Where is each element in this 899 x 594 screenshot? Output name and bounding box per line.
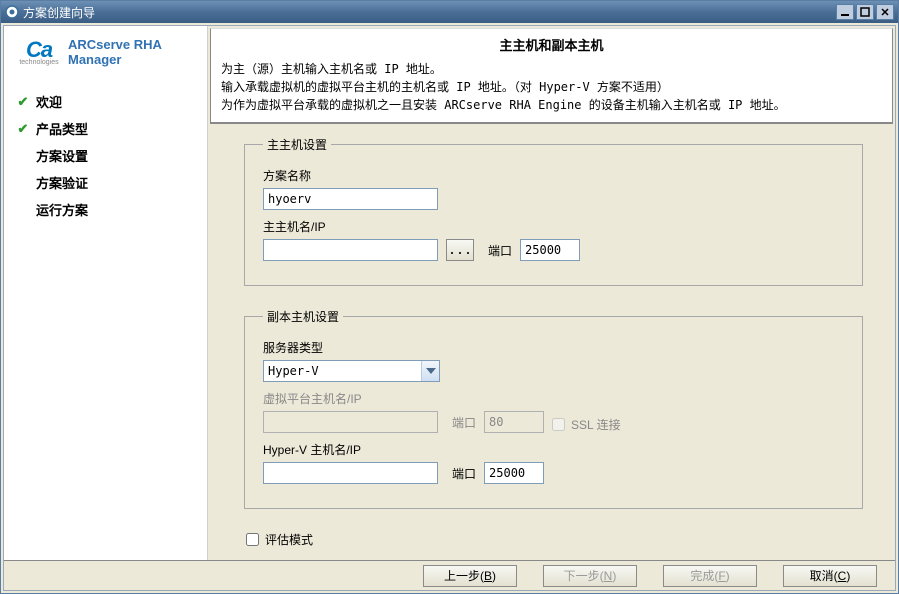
header-panel: 主主机和副本主机 为主（源）主机输入主机名或 IP 地址。 输入承载虚拟机的虚拟… [210,28,893,124]
master-port-input[interactable] [520,239,580,261]
form-area: 主主机设置 方案名称 主主机名/IP ... 端口 [210,124,893,558]
nav-item-product-type[interactable]: ✔ 产品类型 [16,119,199,138]
master-host-label: 主主机名/IP [263,218,844,235]
checks-block: 评估模式 验证主机上的 CA ARCserve RHA Engine [244,531,863,558]
nav-label: 欢迎 [36,92,62,111]
check-icon: ✔ [16,122,30,136]
maximize-button[interactable] [856,4,874,20]
body-wrap: Ca technologies ARCserve RHA Manager ✔ 欢… [1,23,898,593]
hyperv-row: Hyper-V 主机名/IP 端口 [263,441,844,484]
vplat-label: 虚拟平台主机名/IP [263,390,844,407]
logo-text-top: Ca [26,40,52,60]
server-type-select[interactable]: Hyper-V [263,360,440,382]
brand-line1: ARCserve RHA [68,38,162,53]
server-type-label: 服务器类型 [263,339,844,356]
vplat-port-input [484,411,544,433]
replica-host-group: 副本主机设置 服务器类型 Hyper-V 虚拟平台主机名/IP [244,308,863,509]
body-inner: Ca technologies ARCserve RHA Manager ✔ 欢… [3,25,896,591]
eval-mode-checkbox[interactable] [246,533,259,546]
content-row: Ca technologies ARCserve RHA Manager ✔ 欢… [4,26,895,560]
hyperv-port-input[interactable] [484,462,544,484]
nav-label: 产品类型 [36,119,88,138]
vplat-input [263,411,438,433]
scheme-name-row: 方案名称 [263,167,844,210]
master-group-legend: 主主机设置 [263,136,331,153]
nav-item-scheme-verify[interactable]: ✔ 方案验证 [16,173,199,192]
main-panel: 主主机和副本主机 为主（源）主机输入主机名或 IP 地址。 输入承载虚拟机的虚拟… [208,26,895,560]
nav-label: 运行方案 [36,200,88,219]
ssl-checkbox [552,418,565,431]
server-type-row: 服务器类型 Hyper-V [263,339,844,382]
window-title: 方案创建向导 [23,4,836,21]
sidebar: Ca technologies ARCserve RHA Manager ✔ 欢… [4,26,208,560]
header-line2: 输入承载虚拟机的虚拟平台主机的主机名或 IP 地址。（对 Hyper-V 方案不… [221,78,882,96]
eval-mode-label: 评估模式 [265,531,313,548]
hyperv-label: Hyper-V 主机名/IP [263,441,844,458]
hyperv-host-input[interactable] [263,462,438,484]
server-type-value: Hyper-V [268,364,319,378]
wizard-window: 方案创建向导 Ca technologies ARCserve RHA [0,0,899,594]
titlebar[interactable]: 方案创建向导 [1,1,898,23]
header-line1: 为主（源）主机输入主机名或 IP 地址。 [221,60,882,78]
master-port-label: 端口 [488,242,512,259]
master-host-input[interactable] [263,239,438,261]
nav-item-scheme-settings[interactable]: ✔ 方案设置 [16,146,199,165]
next-button: 下一步(N) [543,565,637,587]
scheme-name-label: 方案名称 [263,167,844,184]
ssl-checkbox-row: SSL 连接 [552,416,621,433]
replica-group-legend: 副本主机设置 [263,308,343,325]
check-icon: ✔ [16,95,30,109]
finish-button: 完成(F) [663,565,757,587]
nav-item-welcome[interactable]: ✔ 欢迎 [16,92,199,111]
vplat-port-label: 端口 [452,414,476,431]
logo-text-bottom: technologies [19,59,58,66]
ca-logo: Ca technologies [18,36,60,70]
browse-master-button[interactable]: ... [446,239,474,261]
cancel-button[interactable]: 取消(C) [783,565,877,587]
header-line3: 为作为虚拟平台承载的虚拟机之一且安装 ARCserve RHA Engine 的… [221,96,882,114]
hyperv-port-label: 端口 [452,465,476,482]
eval-mode-row[interactable]: 评估模式 [246,531,863,548]
close-button[interactable] [876,4,894,20]
page-title: 主主机和副本主机 [221,35,882,54]
brand-text: ARCserve RHA Manager [68,38,162,68]
vplat-row: 虚拟平台主机名/IP 端口 SSL 连接 [263,390,844,433]
master-host-group: 主主机设置 方案名称 主主机名/IP ... 端口 [244,136,863,286]
nav-label: 方案验证 [36,173,88,192]
minimize-button[interactable] [836,4,854,20]
app-icon [5,5,19,19]
master-host-row: 主主机名/IP ... 端口 [263,218,844,261]
window-buttons [836,4,894,20]
nav-item-run-scheme[interactable]: ✔ 运行方案 [16,200,199,219]
nav-label: 方案设置 [36,146,88,165]
footer: 上一步(B) 下一步(N) 完成(F) 取消(C) [4,560,895,590]
brand-line2: Manager [68,53,162,68]
nav-list: ✔ 欢迎 ✔ 产品类型 ✔ 方案设置 ✔ 方案验 [12,92,199,219]
ssl-label: SSL 连接 [571,416,621,433]
logo-area: Ca technologies ARCserve RHA Manager [12,36,199,70]
scheme-name-input[interactable] [263,188,438,210]
back-button[interactable]: 上一步(B) [423,565,517,587]
